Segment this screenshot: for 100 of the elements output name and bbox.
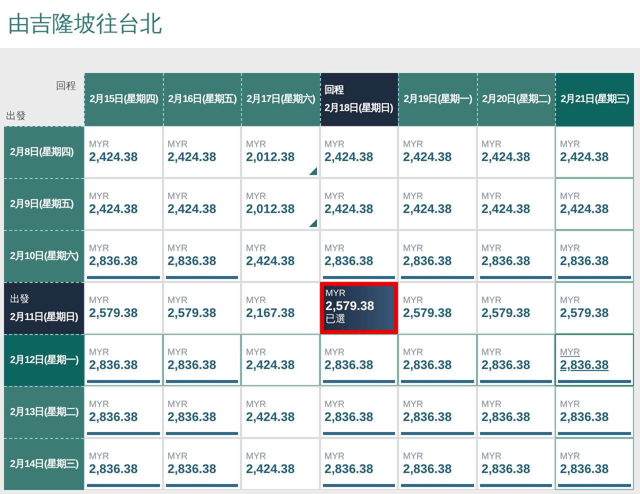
fare-cell[interactable]: MYR 2,836.38 bbox=[476, 230, 555, 282]
fare-cell[interactable]: MYR 2,836.38 bbox=[84, 334, 162, 386]
currency-label: MYR bbox=[324, 347, 344, 358]
fare-price: 2,836.38 bbox=[482, 462, 530, 477]
depart-date-header[interactable]: 出發 2月11日(星期日) bbox=[4, 282, 84, 334]
fare-cell[interactable]: MYR 2,579.38 bbox=[398, 282, 476, 334]
fare-cell[interactable]: MYR 2,579.38 bbox=[84, 282, 162, 334]
fare-cell[interactable]: MYR 2,836.38 bbox=[84, 438, 162, 490]
fare-cell[interactable]: MYR 2,424.38 bbox=[320, 126, 398, 178]
return-date-header[interactable]: 2月21日(星期三) bbox=[555, 73, 634, 126]
fare-cell[interactable]: MYR 2,424.38 bbox=[241, 334, 320, 386]
fare-cell[interactable]: MYR 2,836.38 bbox=[320, 386, 398, 438]
fare-price: 2,836.38 bbox=[560, 410, 609, 425]
fare-cell[interactable]: MYR 2,424.38 bbox=[241, 386, 320, 438]
date-label: 2月14日(星期三) bbox=[10, 458, 80, 472]
date-label: 2月19日(星期一) bbox=[404, 92, 472, 107]
depart-date-header[interactable]: 2月8日(星期四) bbox=[4, 126, 84, 178]
fare-cell[interactable]: MYR 2,836.38 bbox=[476, 438, 555, 490]
date-label: 2月21日(星期三) bbox=[560, 92, 629, 107]
return-date-header[interactable]: 2月17日(星期六) bbox=[241, 73, 320, 126]
fare-cell[interactable]: MYR 2,424.38 bbox=[555, 178, 634, 230]
fare-cell[interactable]: MYR 2,424.38 bbox=[241, 230, 320, 282]
currency-label: MYR bbox=[246, 399, 266, 410]
fare-cell[interactable]: MYR 2,836.38 bbox=[398, 438, 476, 490]
fare-price: 2,424.38 bbox=[89, 202, 138, 217]
return-date-header[interactable]: 2月15日(星期四) bbox=[84, 73, 162, 126]
fare-cell[interactable]: MYR 2,579.38 已選 bbox=[320, 282, 398, 334]
fare-price: 2,424.38 bbox=[89, 150, 138, 165]
fare-cell[interactable]: MYR 2,424.38 bbox=[241, 438, 320, 490]
fare-cell[interactable]: MYR 2,424.38 bbox=[398, 178, 476, 230]
fare-cell[interactable]: MYR 2,167.38 bbox=[241, 282, 320, 334]
fare-cell[interactable]: MYR 2,836.38 bbox=[162, 230, 241, 282]
fare-cell[interactable]: MYR 2,836.38 bbox=[320, 334, 398, 386]
fare-cell[interactable]: MYR 2,424.38 bbox=[162, 126, 241, 178]
fare-cell[interactable]: MYR 2,836.38 bbox=[476, 334, 555, 386]
fare-price: 2,836.38 bbox=[324, 462, 374, 477]
fare-cell[interactable]: MYR 2,424.38 bbox=[476, 178, 555, 230]
fare-price: 2,424.38 bbox=[403, 150, 452, 165]
currency-label: MYR bbox=[560, 191, 580, 202]
fare-cell[interactable]: MYR 2,012.38 bbox=[241, 126, 320, 178]
currency-label: MYR bbox=[246, 243, 266, 254]
fare-cell[interactable]: MYR 2,424.38 bbox=[555, 126, 634, 178]
depart-date-header[interactable]: 2月12日(星期一) bbox=[4, 334, 84, 386]
currency-label: MYR bbox=[89, 295, 109, 306]
fare-cell[interactable]: MYR 2,836.38 bbox=[84, 386, 162, 438]
currency-label: MYR bbox=[246, 347, 266, 358]
fare-cell[interactable]: MYR 2,836.38 bbox=[398, 334, 476, 386]
currency-label: MYR bbox=[482, 191, 502, 202]
fare-cell[interactable]: MYR 2,836.38 bbox=[398, 230, 476, 282]
fare-cell[interactable]: MYR 2,012.38 bbox=[241, 178, 320, 230]
fare-price: 2,424.38 bbox=[168, 202, 216, 217]
depart-date-header[interactable]: 2月9日(星期五) bbox=[4, 178, 84, 230]
fare-cell[interactable]: MYR 2,836.38 bbox=[398, 386, 476, 438]
fare-price: 2,836.38 bbox=[403, 410, 452, 425]
date-label: 2月16日(星期五) bbox=[168, 92, 236, 107]
currency-label: MYR bbox=[403, 347, 423, 358]
fare-cell[interactable]: MYR 2,424.38 bbox=[320, 178, 398, 230]
fare-cell[interactable]: MYR 2,424.38 bbox=[162, 178, 241, 230]
fare-cell[interactable]: MYR 2,836.38 bbox=[162, 438, 241, 490]
fare-cell[interactable]: MYR 2,836.38 bbox=[555, 438, 634, 490]
currency-label: MYR bbox=[560, 295, 580, 306]
fare-cell[interactable]: MYR 2,424.38 bbox=[476, 126, 555, 178]
fare-cell[interactable]: MYR 2,579.38 bbox=[555, 282, 634, 334]
fare-price: 2,836.38 bbox=[560, 254, 609, 269]
currency-label: MYR bbox=[168, 243, 188, 254]
fare-cell[interactable]: MYR 2,836.38 bbox=[555, 386, 634, 438]
return-date-header[interactable]: 回程 2月18日(星期日) bbox=[320, 73, 398, 126]
fare-cell[interactable]: MYR 2,836.38 bbox=[320, 230, 398, 282]
depart-date-header[interactable]: 2月14日(星期三) bbox=[4, 438, 84, 490]
fare-price: 2,424.38 bbox=[168, 150, 216, 165]
currency-label: MYR bbox=[482, 295, 502, 306]
fare-price: 2,836.38 bbox=[403, 358, 452, 373]
fare-cell[interactable]: MYR 2,836.38 bbox=[162, 334, 241, 386]
fare-cell[interactable]: MYR 2,836.38 bbox=[555, 230, 634, 282]
fare-cell[interactable]: MYR 2,424.38 bbox=[398, 126, 476, 178]
depart-date-header[interactable]: 2月10日(星期六) bbox=[4, 230, 84, 282]
fare-cell[interactable]: MYR 2,579.38 bbox=[162, 282, 241, 334]
fare-cell[interactable]: MYR 2,424.38 bbox=[84, 126, 162, 178]
fare-price: 2,836.38 bbox=[89, 410, 138, 425]
fare-cell[interactable]: MYR 2,836.38 bbox=[162, 386, 241, 438]
currency-label: MYR bbox=[403, 451, 423, 462]
fare-cell[interactable]: MYR 2,579.38 bbox=[476, 282, 555, 334]
fare-cell[interactable]: MYR 2,424.38 bbox=[84, 178, 162, 230]
return-date-header[interactable]: 2月19日(星期一) bbox=[398, 73, 476, 126]
return-date-header[interactable]: 2月16日(星期五) bbox=[162, 73, 241, 126]
currency-label: MYR bbox=[560, 451, 580, 462]
date-label: 2月15日(星期四) bbox=[90, 92, 158, 107]
currency-label: MYR bbox=[403, 139, 423, 150]
corner-flag-icon bbox=[308, 167, 316, 175]
currency-label: MYR bbox=[168, 139, 188, 150]
return-date-header[interactable]: 2月20日(星期二) bbox=[476, 73, 555, 126]
fare-price: 2,424.38 bbox=[403, 202, 452, 217]
fare-cell[interactable]: MYR 2,836.38 bbox=[555, 334, 634, 386]
currency-label: MYR bbox=[482, 139, 502, 150]
fare-cell[interactable]: MYR 2,836.38 bbox=[84, 230, 162, 282]
currency-label: MYR bbox=[403, 243, 423, 254]
fare-cell[interactable]: MYR 2,836.38 bbox=[320, 438, 398, 490]
fare-price: 2,836.38 bbox=[168, 254, 216, 269]
depart-date-header[interactable]: 2月13日(星期二) bbox=[4, 386, 84, 438]
fare-cell[interactable]: MYR 2,836.38 bbox=[476, 386, 555, 438]
